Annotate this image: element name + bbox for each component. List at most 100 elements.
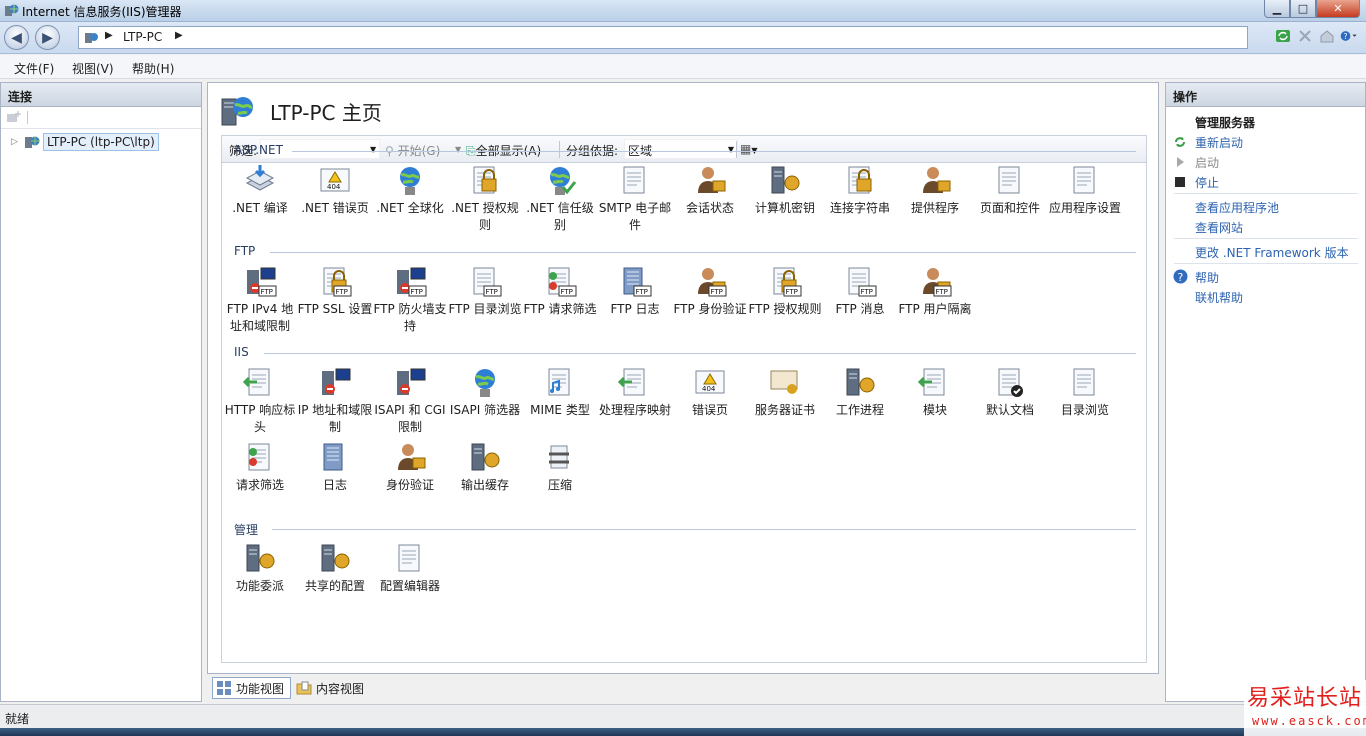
group-title[interactable]: FTP <box>234 244 255 258</box>
shared-configuration-icon <box>321 544 350 572</box>
create-connection-icon[interactable] <box>6 110 22 124</box>
error-pages-icon: 404 <box>695 370 725 394</box>
feature-label: FTP 授权规则 <box>748 302 822 316</box>
group-by-select[interactable]: 区域 ▼ <box>624 139 738 159</box>
feature-ftp-logging[interactable]: FTP FTP 日志 <box>597 264 673 318</box>
start-dropdown-icon[interactable]: ▼ <box>455 145 461 154</box>
feature-ftp-firewall[interactable]: FTP FTP 防火墙支持 <box>372 264 448 335</box>
feature-worker-processes[interactable]: 工作进程 <box>822 365 898 419</box>
action-view-app-pools[interactable]: 查看应用程序池 <box>1195 199 1279 216</box>
breadcrumb-dropdown-icon[interactable]: ▶ <box>175 30 183 41</box>
feature-label: .NET 错误页 <box>301 201 369 215</box>
breadcrumb-separator-icon[interactable]: ▶ <box>105 30 113 41</box>
feature-ftp-ssl[interactable]: FTP FTP SSL 设置 <box>297 264 373 318</box>
feature-smtp-email[interactable]: SMTP 电子邮件 <box>597 163 673 234</box>
feature-net-compile[interactable]: .NET 编译 <box>222 163 298 217</box>
feature-error-pages[interactable]: 404 错误页 <box>672 365 748 419</box>
action-stop[interactable]: 停止 <box>1195 174 1219 191</box>
group-title[interactable]: ASP.NET <box>234 143 283 157</box>
feature-modules[interactable]: 模块 <box>897 365 973 419</box>
action-change-framework[interactable]: 更改 .NET Framework 版本 <box>1195 244 1349 261</box>
feature-shared-configuration[interactable]: 共享的配置 <box>297 541 373 595</box>
breadcrumb-ltp-pc[interactable]: LTP-PC <box>123 30 162 44</box>
filter-dropdown-icon[interactable]: ▼ <box>370 145 376 154</box>
svg-text:FTP: FTP <box>411 288 423 296</box>
feature-net-globalization[interactable]: .NET 全球化 <box>372 163 448 217</box>
isapi-cgi-icon <box>397 368 426 395</box>
feature-compression[interactable]: 压缩 <box>522 440 598 494</box>
feature-mime-types[interactable]: MIME 类型 <box>522 365 598 419</box>
feature-ftp-authorization[interactable]: FTP FTP 授权规则 <box>747 264 823 318</box>
status-bar: 就绪 <box>0 704 1366 728</box>
action-restart[interactable]: 重新启动 <box>1195 134 1243 151</box>
tree-expand-icon[interactable]: ▷ <box>11 137 21 147</box>
home-icon[interactable] <box>1318 27 1336 45</box>
ip-restrictions-icon <box>322 368 351 395</box>
feature-ftp-request-filtering[interactable]: FTP FTP 请求筛选 <box>522 264 598 318</box>
feature-ftp-directory-browsing[interactable]: FTP FTP 目录浏览 <box>447 264 523 318</box>
feature-ftp-authentication[interactable]: FTP FTP 身份验证 <box>672 264 748 318</box>
feature-feature-delegation[interactable]: 功能委派 <box>222 541 298 595</box>
group-title[interactable]: IIS <box>234 345 249 359</box>
menu-file[interactable]: 文件(F) <box>14 60 54 77</box>
app-settings-icon <box>1073 166 1095 194</box>
view-mode-button[interactable]: ▦▼ <box>740 142 758 156</box>
action-start[interactable]: 启动 <box>1195 154 1219 171</box>
action-online-help[interactable]: 联机帮助 <box>1195 289 1243 306</box>
ftp-logging-icon: FTP <box>623 267 652 297</box>
tree-node-ltp-pc[interactable]: ▷ LTP-PC (ltp-PC\ltp) <box>11 133 159 151</box>
feature-ip-restrictions[interactable]: IP 地址和域限制 <box>297 365 373 436</box>
stop-icon[interactable] <box>1296 27 1314 45</box>
feature-default-document[interactable]: 默认文档 <box>972 365 1048 419</box>
back-button[interactable]: ◀ <box>4 25 29 50</box>
feature-label: FTP 请求筛选 <box>523 302 597 316</box>
feature-isapi-cgi[interactable]: ISAPI 和 CGI 限制 <box>372 365 448 436</box>
http-headers-icon <box>243 368 270 396</box>
feature-machine-key[interactable]: 计算机密钥 <box>747 163 823 217</box>
feature-net-authorization[interactable]: .NET 授权规则 <box>447 163 523 234</box>
feature-ftp-ip-restrictions[interactable]: FTP FTP IPv4 地址和域限制 <box>222 264 298 335</box>
feature-pages-controls[interactable]: 页面和控件 <box>972 163 1048 217</box>
feature-directory-browsing[interactable]: 目录浏览 <box>1047 365 1123 419</box>
feature-session-state[interactable]: 会话状态 <box>672 163 748 217</box>
feature-providers[interactable]: 提供程序 <box>897 163 973 217</box>
action-view-sites[interactable]: 查看网站 <box>1195 219 1243 236</box>
feature-ftp-user-isolation[interactable]: FTP FTP 用户隔离 <box>897 264 973 318</box>
group-title[interactable]: 管理 <box>234 521 258 538</box>
forward-button[interactable]: ▶ <box>35 25 60 50</box>
tree-node-label[interactable]: LTP-PC (ltp-PC\ltp) <box>43 133 159 151</box>
refresh-icon[interactable] <box>1274 27 1292 45</box>
actions-header: 操作 <box>1166 83 1365 107</box>
menu-view[interactable]: 视图(V) <box>72 60 114 77</box>
feature-connection-strings[interactable]: 连接字符串 <box>822 163 898 217</box>
feature-server-certificates[interactable]: 服务器证书 <box>747 365 823 419</box>
feature-configuration-editor[interactable]: 配置编辑器 <box>372 541 448 595</box>
feature-http-headers[interactable]: HTTP 响应标头 <box>222 365 298 436</box>
feature-net-error-pages[interactable]: 404 .NET 错误页 <box>297 163 373 217</box>
help-menu-icon[interactable]: ? <box>1340 27 1358 45</box>
feature-isapi-filters[interactable]: ISAPI 筛选器 <box>447 365 523 419</box>
feature-label: 压缩 <box>547 478 572 492</box>
server-certificates-icon <box>770 370 798 394</box>
session-state-icon <box>698 167 726 193</box>
tab-features-view[interactable]: 功能视图 <box>212 677 292 699</box>
minimize-button[interactable]: ▁ <box>1264 0 1290 18</box>
tab-content-view[interactable]: 内容视图 <box>293 677 370 699</box>
feature-ftp-messages[interactable]: FTP FTP 消息 <box>822 264 898 318</box>
action-help[interactable]: 帮助 <box>1195 269 1219 286</box>
feature-output-caching[interactable]: 输出缓存 <box>447 440 523 494</box>
feature-authentication[interactable]: 身份验证 <box>372 440 448 494</box>
maximize-button[interactable]: □ <box>1290 0 1316 18</box>
menu-help[interactable]: 帮助(H) <box>132 60 174 77</box>
feature-app-settings[interactable]: 应用程序设置 <box>1047 163 1123 217</box>
feature-logging[interactable]: 日志 <box>297 440 373 494</box>
tab-features-view-label: 功能视图 <box>236 681 285 696</box>
svg-text:FTP: FTP <box>786 288 798 296</box>
feature-handler-mappings[interactable]: 处理程序映射 <box>597 365 673 419</box>
feature-request-filtering[interactable]: 请求筛选 <box>222 440 298 494</box>
view-tabs: 功能视图 内容视图 <box>212 677 370 699</box>
feature-net-trust-levels[interactable]: .NET 信任级别 <box>522 163 598 234</box>
close-button[interactable]: ✕ <box>1316 0 1360 18</box>
address-box[interactable]: ▶ LTP-PC ▶ <box>78 26 1248 49</box>
connections-header: 连接 <box>1 83 201 107</box>
